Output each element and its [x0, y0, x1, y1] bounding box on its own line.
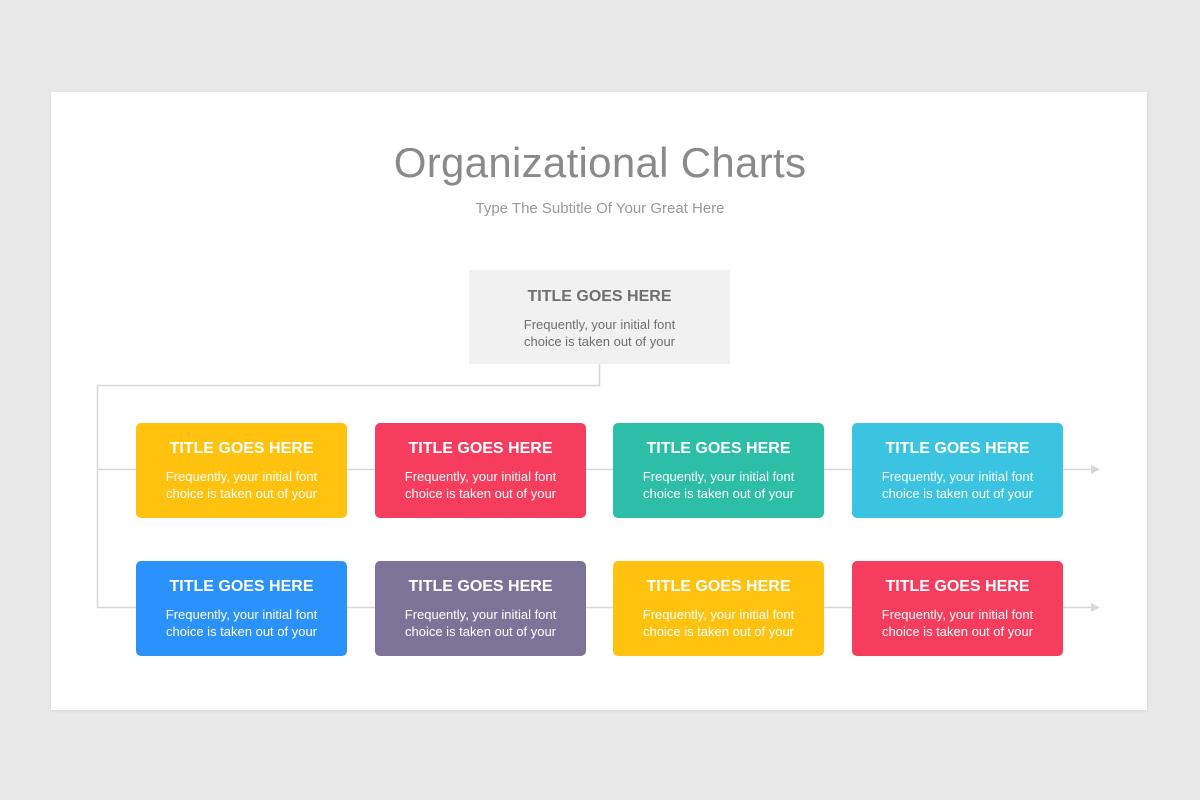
node-row1-4[interactable]: TITLE GOES HERE Frequently, your initial… — [852, 423, 1063, 518]
node-title: TITLE GOES HERE — [885, 578, 1030, 595]
row1-arrow-icon — [1091, 465, 1100, 474]
node-row1-1[interactable]: TITLE GOES HERE Frequently, your initial… — [136, 423, 347, 518]
node-row2-3[interactable]: TITLE GOES HERE Frequently, your initial… — [613, 561, 824, 656]
node-title: TITLE GOES HERE — [646, 440, 791, 457]
node-text: Frequently, your initial font choice is … — [523, 317, 676, 349]
root-node[interactable]: TITLE GOES HERE Frequently, your initial… — [469, 270, 730, 364]
node-row1-3[interactable]: TITLE GOES HERE Frequently, your initial… — [613, 423, 824, 518]
node-title: TITLE GOES HERE — [169, 578, 314, 595]
node-title: TITLE GOES HERE — [408, 440, 553, 457]
node-text: Frequently, your initial font choice is … — [642, 607, 795, 639]
node-text: Frequently, your initial font choice is … — [881, 607, 1034, 639]
node-text: Frequently, your initial font choice is … — [165, 607, 318, 639]
node-title: TITLE GOES HERE — [527, 288, 672, 305]
row2-arrow-icon — [1091, 603, 1100, 612]
node-row1-2[interactable]: TITLE GOES HERE Frequently, your initial… — [375, 423, 586, 518]
node-row2-4[interactable]: TITLE GOES HERE Frequently, your initial… — [852, 561, 1063, 656]
node-text: Frequently, your initial font choice is … — [404, 607, 557, 639]
node-text: Frequently, your initial font choice is … — [404, 469, 557, 501]
node-text: Frequently, your initial font choice is … — [165, 469, 318, 501]
node-row2-2[interactable]: TITLE GOES HERE Frequently, your initial… — [375, 561, 586, 656]
connector-lines — [96, 364, 1100, 612]
node-text: Frequently, your initial font choice is … — [642, 469, 795, 501]
node-title: TITLE GOES HERE — [408, 578, 553, 595]
node-title: TITLE GOES HERE — [646, 578, 791, 595]
node-row2-1[interactable]: TITLE GOES HERE Frequently, your initial… — [136, 561, 347, 656]
node-title: TITLE GOES HERE — [169, 440, 314, 457]
node-title: TITLE GOES HERE — [885, 440, 1030, 457]
node-text: Frequently, your initial font choice is … — [881, 469, 1034, 501]
